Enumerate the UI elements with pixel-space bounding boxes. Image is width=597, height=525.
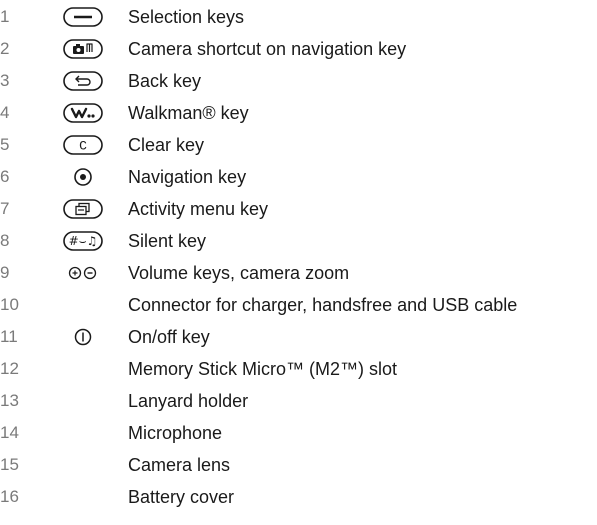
item-number: 15 bbox=[0, 455, 19, 474]
item-label: Volume keys, camera zoom bbox=[128, 263, 350, 283]
list-item: 15 Camera lens bbox=[0, 450, 597, 480]
list-item: 14 Microphone bbox=[0, 418, 597, 448]
silent-key-icon: #⌣♫ bbox=[58, 229, 108, 253]
list-item: 3 Back key bbox=[0, 66, 597, 96]
item-number: 7 bbox=[0, 199, 10, 218]
power-icon bbox=[58, 325, 108, 349]
list-item: 4 Walkman® key bbox=[0, 98, 597, 128]
item-number: 11 bbox=[0, 327, 18, 346]
list-item: 13 Lanyard holder bbox=[0, 386, 597, 416]
list-item: 1 Selection keys bbox=[0, 2, 597, 32]
list-item: 9 Volume keys, camera zoom bbox=[0, 258, 597, 288]
list-item: 10 Connector for charger, handsfree and … bbox=[0, 290, 597, 320]
item-label: Navigation key bbox=[128, 167, 247, 187]
camera-icon bbox=[58, 37, 108, 61]
back-key-icon bbox=[58, 69, 108, 93]
item-label: Microphone bbox=[128, 423, 223, 443]
item-number: 10 bbox=[0, 295, 19, 314]
list-item: 11 On/off key bbox=[0, 322, 597, 352]
list-item: 12 Memory Stick Micro™ (M2™) slot bbox=[0, 354, 597, 384]
item-number: 3 bbox=[0, 71, 10, 90]
item-label: Camera lens bbox=[128, 455, 231, 475]
item-label: On/off key bbox=[128, 327, 210, 347]
item-number: 6 bbox=[0, 167, 10, 186]
list-item: 8 #⌣♫ Silent key bbox=[0, 226, 597, 256]
walkman-icon bbox=[58, 101, 108, 125]
list-item: 2 Camera shortcut on navigation key bbox=[0, 34, 597, 64]
item-number: 4 bbox=[0, 103, 10, 122]
clear-key-icon: C bbox=[58, 133, 108, 157]
item-label: Silent key bbox=[128, 231, 207, 251]
list-item: 7 Activity menu key bbox=[0, 194, 597, 224]
key-legend-list: 1 Selection keys 2 Camera shortcut on na… bbox=[0, 0, 597, 525]
item-number: 2 bbox=[0, 39, 10, 58]
navigation-key-icon bbox=[58, 165, 108, 189]
item-number: 13 bbox=[0, 391, 19, 410]
list-item: 16 Battery cover bbox=[0, 482, 597, 512]
activity-menu-icon bbox=[58, 197, 108, 221]
list-item: 5 C Clear key bbox=[0, 130, 597, 160]
item-label: Connector for charger, handsfree and USB… bbox=[128, 295, 518, 315]
selection-key-icon bbox=[58, 5, 108, 29]
item-number: 9 bbox=[0, 263, 10, 282]
item-number: 8 bbox=[0, 231, 10, 250]
list-item: 6 Navigation key bbox=[0, 162, 597, 192]
item-label: Battery cover bbox=[128, 487, 235, 507]
item-number: 14 bbox=[0, 423, 19, 442]
item-label: Activity menu key bbox=[128, 199, 269, 219]
silent-key-glyph: #⌣♫ bbox=[69, 234, 98, 248]
item-number: 1 bbox=[0, 7, 10, 26]
volume-keys-icon bbox=[58, 261, 108, 285]
item-number: 5 bbox=[0, 135, 10, 154]
item-label: Memory Stick Micro™ (M2™) slot bbox=[128, 359, 398, 379]
item-number: 12 bbox=[0, 359, 19, 378]
item-label: Selection keys bbox=[128, 7, 245, 27]
item-label: Camera shortcut on navigation key bbox=[128, 39, 407, 59]
item-label: Clear key bbox=[128, 135, 205, 155]
item-label: Lanyard holder bbox=[128, 391, 249, 411]
item-label: Back key bbox=[128, 71, 202, 91]
item-label: Walkman® key bbox=[128, 103, 249, 123]
item-number: 16 bbox=[0, 487, 19, 506]
clear-key-glyph: C bbox=[79, 139, 87, 154]
